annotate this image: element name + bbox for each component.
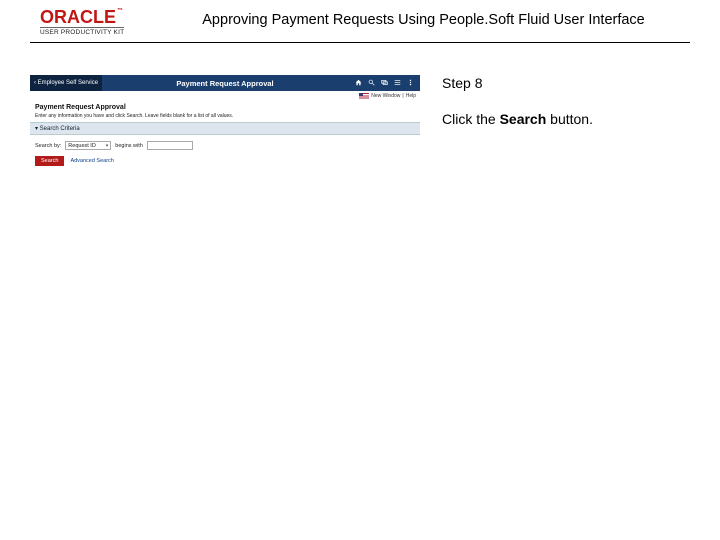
oracle-logo-text: ORACLE [40,7,116,27]
advanced-search-link[interactable]: Advanced Search [70,158,113,164]
search-by-label: Search by: [35,143,61,149]
oracle-logo: ORACLE™ [40,8,124,26]
ps-flag-row: New Window | Help [30,91,420,101]
step-label: Step 8 [442,75,593,91]
menu-icon[interactable] [407,79,414,88]
ps-page-title: Payment Request Approval [176,79,273,88]
home-icon[interactable] [355,79,362,88]
oracle-logo-block: ORACLE™ USER PRODUCTIVITY KIT [40,8,124,36]
help-link[interactable]: Help [406,93,416,99]
oracle-subtitle: USER PRODUCTIVITY KIT [40,27,124,36]
flag-icon[interactable] [359,93,369,99]
chevron-down-icon: ▾ [106,143,109,149]
begins-with-label: begins with [115,143,143,149]
search-input[interactable] [147,141,193,150]
page-title: Approving Payment Requests Using People.… [202,12,644,28]
sep: | [402,93,403,99]
ps-icon-group [355,79,420,88]
instruction-panel: Step 8 Click the Search button. [442,75,593,172]
nav-icon[interactable] [394,79,401,88]
instruction-bold: Search [500,111,547,127]
trademark-icon: ™ [117,8,123,14]
ps-topbar: ‹ Employee Self Service Payment Request … [30,75,420,91]
notifications-icon[interactable] [381,79,388,88]
search-by-value: Request ID [68,143,96,149]
content-area: ‹ Employee Self Service Payment Request … [0,43,720,172]
back-button[interactable]: ‹ Employee Self Service [30,75,102,91]
embedded-screenshot: ‹ Employee Self Service Payment Request … [30,75,420,172]
ps-body-title: Payment Request Approval [30,101,420,113]
search-by-select[interactable]: Request ID ▾ [65,141,111,150]
back-label: ‹ Employee Self Service [34,80,98,86]
ps-helper-text: Enter any information you have and click… [30,113,420,122]
header: ORACLE™ USER PRODUCTIVITY KIT Approving … [0,0,720,42]
instruction-suffix: button. [546,111,593,127]
new-window-link[interactable]: New Window [371,93,400,99]
instruction-prefix: Click the [442,111,500,127]
instruction-text: Click the Search button. [442,111,593,127]
search-button[interactable]: Search [35,156,64,166]
search-row: Search by: Request ID ▾ begins with [30,135,420,156]
button-row: Search Advanced Search [30,156,420,172]
search-icon[interactable] [368,79,375,88]
search-criteria-header[interactable]: ▾ Search Criteria [30,122,420,135]
